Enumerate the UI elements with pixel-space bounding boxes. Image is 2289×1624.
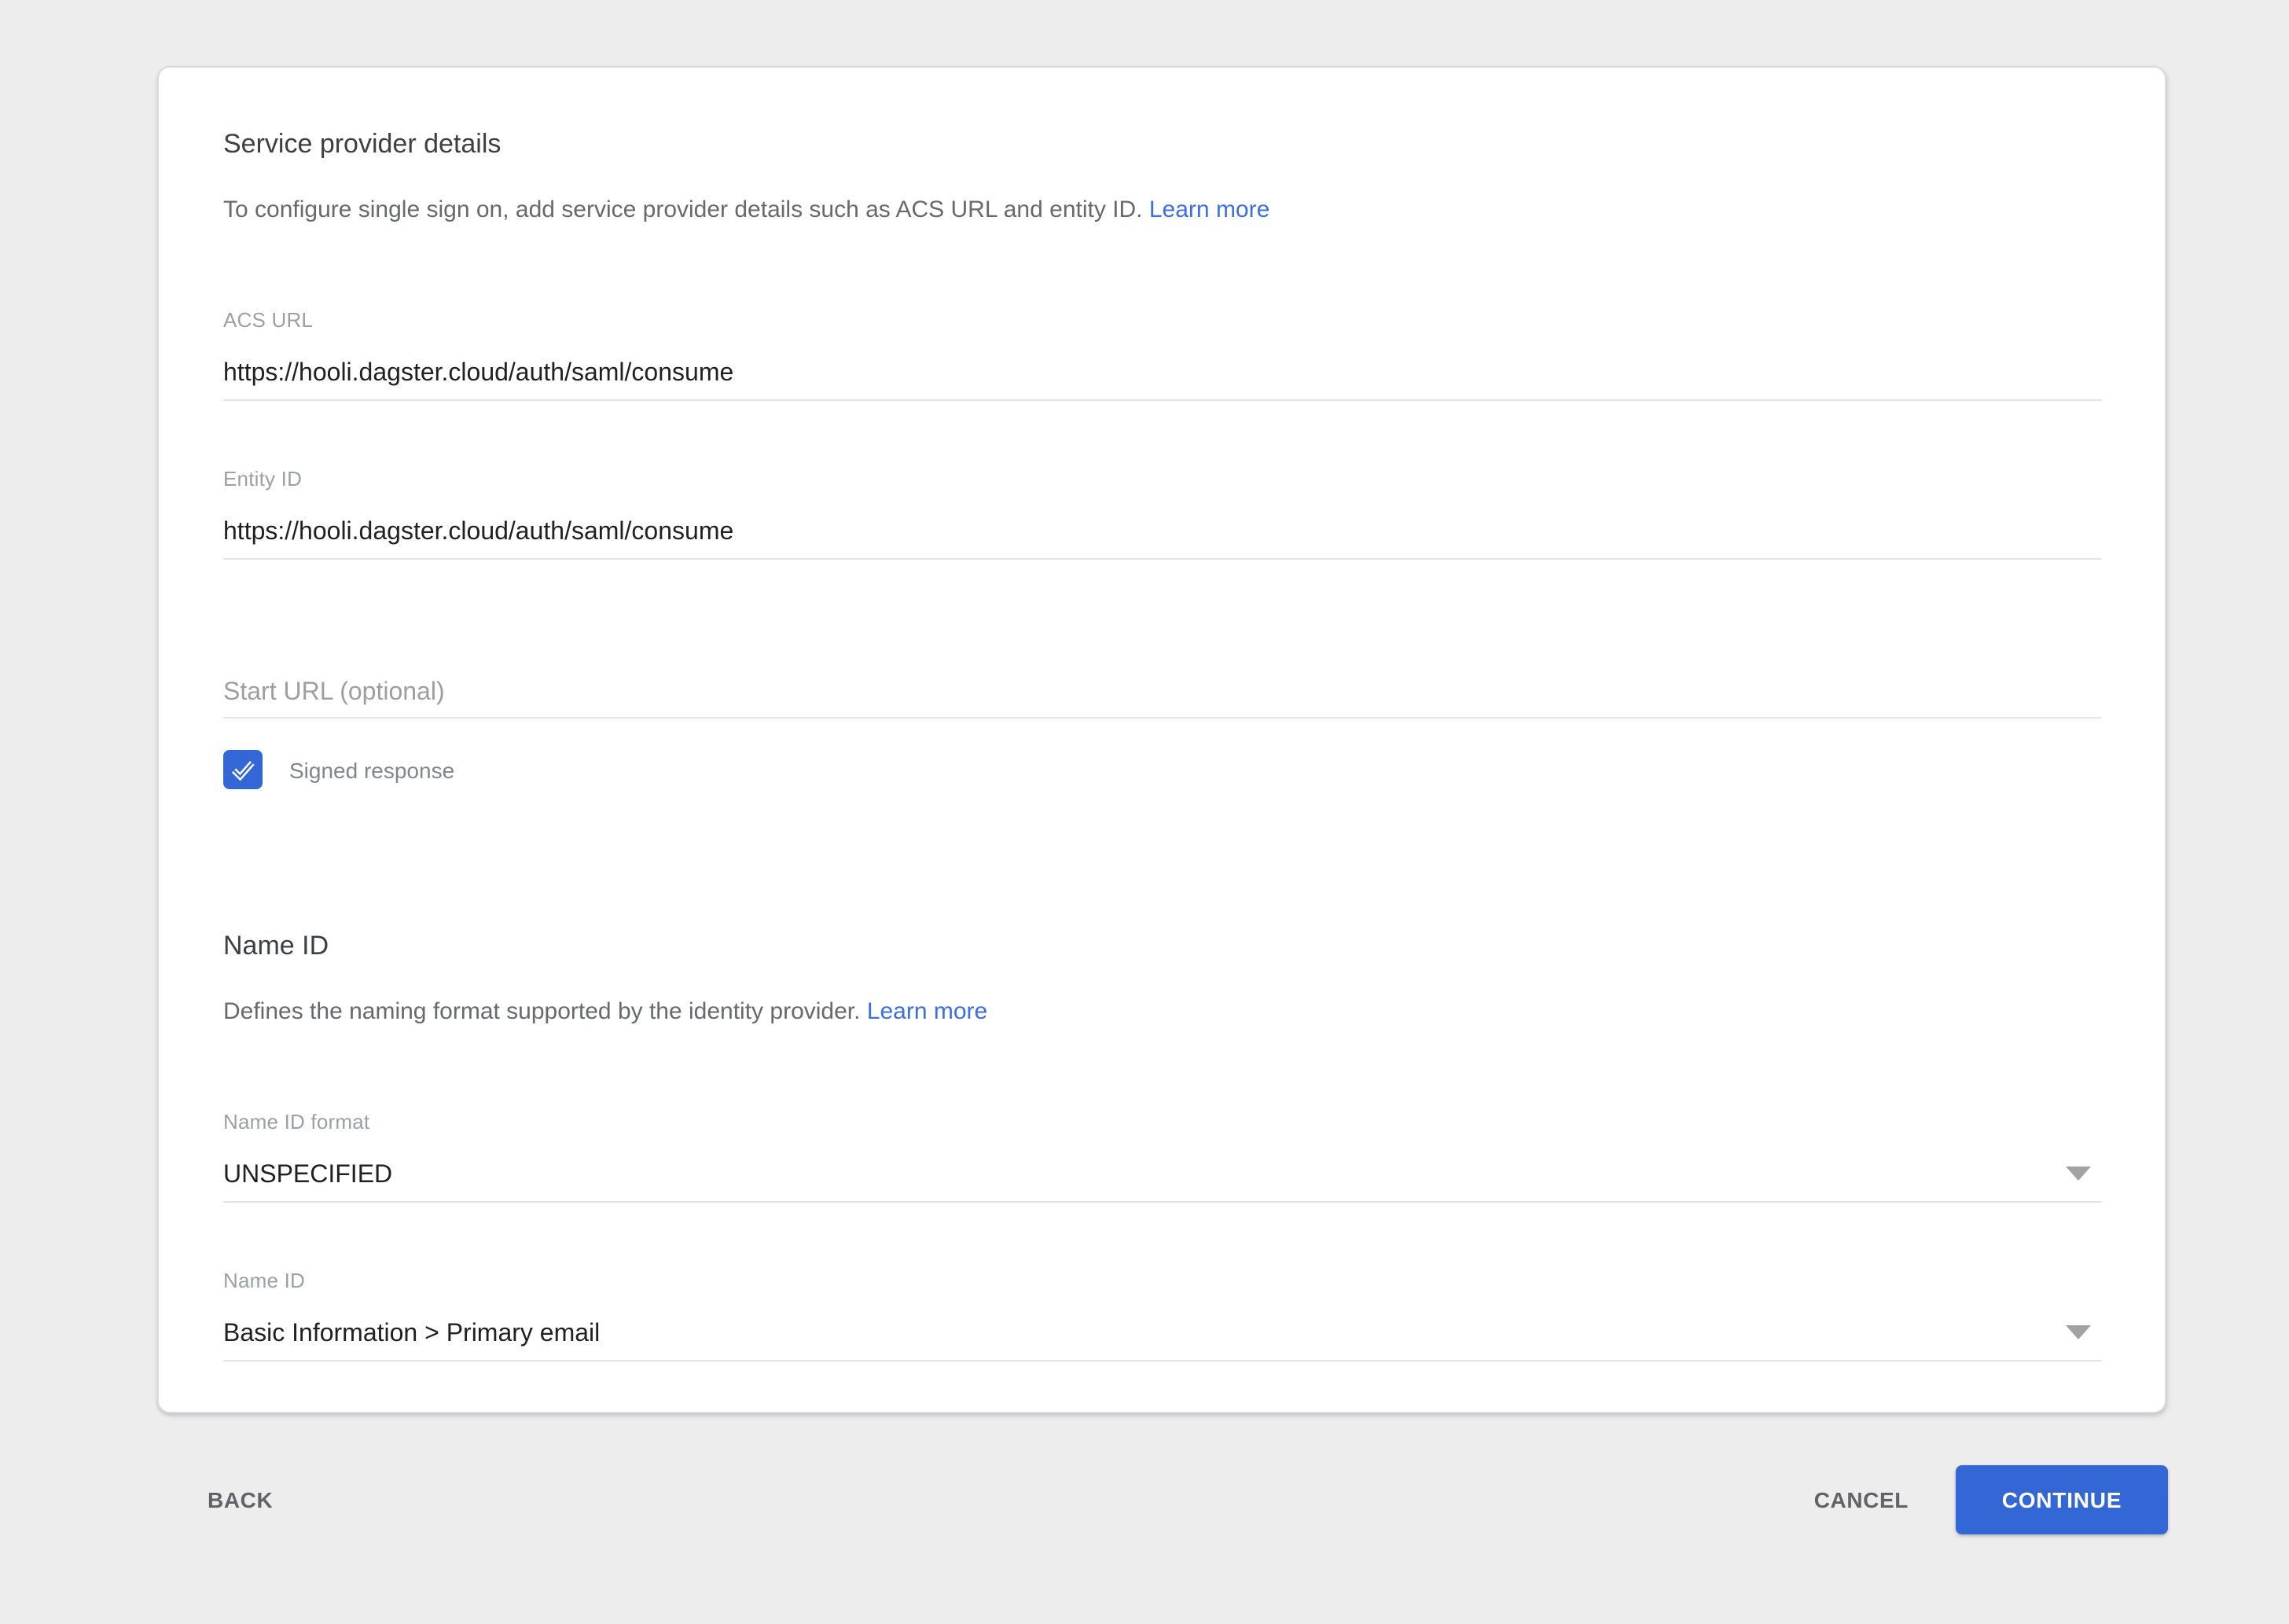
entity-id-value[interactable]: https://hooli.dagster.cloud/auth/saml/co… <box>223 517 2102 560</box>
name-id-format-label: Name ID format <box>223 1110 2102 1135</box>
cancel-button[interactable]: CANCEL <box>1802 1475 1921 1525</box>
name-id-format-field: Name ID format UNSPECIFIED <box>223 1110 2102 1203</box>
name-id-learn-more-link[interactable]: Learn more <box>867 998 987 1025</box>
acs-url-label: ACS URL <box>223 308 2102 333</box>
footer-actions: BACK CANCEL CONTINUE <box>157 1465 2168 1534</box>
checkmark-icon <box>226 753 259 786</box>
page: Service provider details To configure si… <box>0 0 2289 1624</box>
name-id-format-select[interactable]: UNSPECIFIED <box>223 1160 2102 1203</box>
signed-response-row: Signed response <box>223 750 2102 789</box>
acs-url-value[interactable]: https://hooli.dagster.cloud/auth/saml/co… <box>223 358 2102 401</box>
chevron-down-icon[interactable] <box>2066 1167 2091 1181</box>
entity-id-label: Entity ID <box>223 467 2102 492</box>
service-provider-details-card: Service provider details To configure si… <box>157 66 2166 1413</box>
card-description: To configure single sign on, add service… <box>223 195 2102 226</box>
card-description-text: To configure single sign on, add service… <box>223 197 1143 223</box>
name-id-label: Name ID <box>223 1269 2102 1294</box>
start-url-input[interactable] <box>223 676 2102 717</box>
start-url-field <box>223 676 2102 718</box>
name-id-description-text: Defines the naming format supported by t… <box>223 998 860 1025</box>
name-id-field: Name ID Basic Information > Primary emai… <box>223 1269 2102 1361</box>
signed-response-label: Signed response <box>289 755 454 784</box>
name-id-select[interactable]: Basic Information > Primary email <box>223 1319 2102 1361</box>
page-title: Service provider details <box>223 127 2102 162</box>
name-id-section-title: Name ID <box>223 929 2102 964</box>
name-id-format-value: UNSPECIFIED <box>223 1162 392 1189</box>
name-id-value: Basic Information > Primary email <box>223 1321 600 1347</box>
learn-more-link[interactable]: Learn more <box>1149 197 1269 223</box>
entity-id-field[interactable]: Entity ID https://hooli.dagster.cloud/au… <box>223 467 2102 560</box>
back-button[interactable]: BACK <box>195 1475 285 1525</box>
acs-url-field[interactable]: ACS URL https://hooli.dagster.cloud/auth… <box>223 308 2102 401</box>
chevron-down-icon[interactable] <box>2066 1325 2091 1339</box>
footer-right-group: CANCEL CONTINUE <box>1802 1465 2168 1534</box>
name-id-description: Defines the naming format supported by t… <box>223 997 2102 1028</box>
continue-button[interactable]: CONTINUE <box>1956 1465 2168 1534</box>
signed-response-checkbox[interactable] <box>223 750 263 789</box>
